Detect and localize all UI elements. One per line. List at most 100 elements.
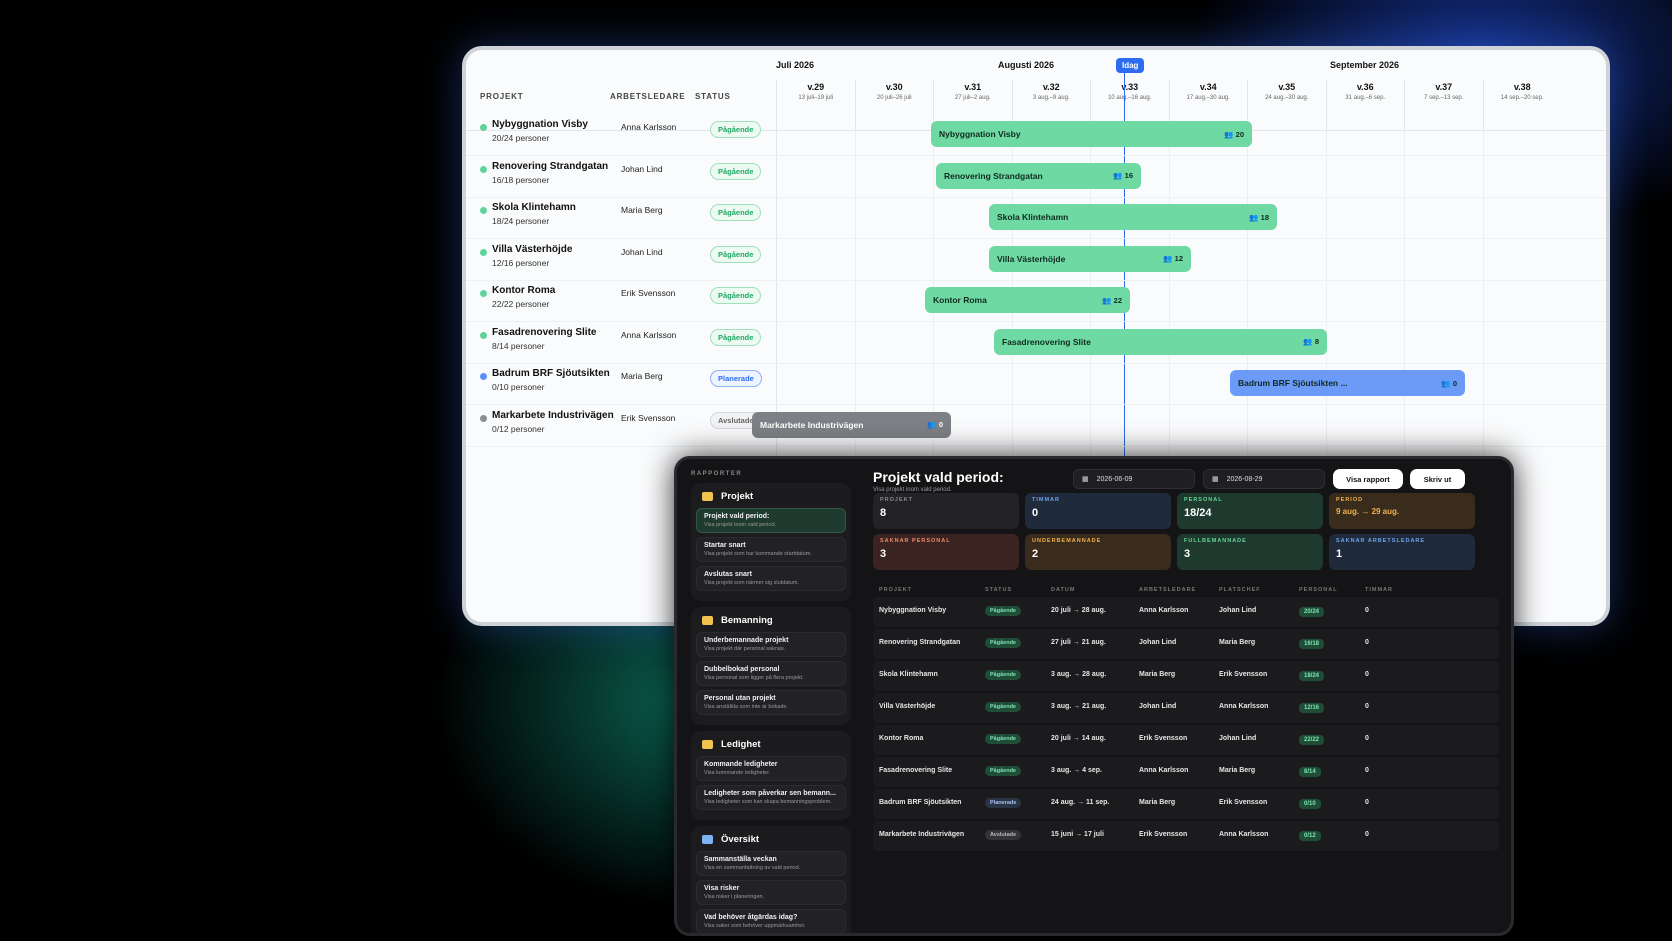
date-to-field[interactable]: ▦ 2026-08-29 bbox=[1203, 469, 1325, 489]
report-item[interactable]: Projekt vald period: Visa projekt inom va… bbox=[696, 508, 846, 533]
project-staff: 22/22 personer bbox=[492, 299, 550, 309]
project-row[interactable]: Fasadrenovering Slite 8/14 personer Anna K… bbox=[466, 320, 1606, 364]
gantt-bar[interactable]: Kontor Roma 👥 22 bbox=[925, 287, 1130, 313]
table-cell: 3 aug. → 4 sep. bbox=[1051, 767, 1102, 774]
table-row[interactable]: Kontor Roma Pågående 20 juli → 14 aug. Erik… bbox=[873, 725, 1499, 755]
project-leader: Erik Svensson bbox=[621, 288, 676, 298]
project-name[interactable]: Villa Västerhöjde bbox=[492, 244, 572, 255]
project-row[interactable]: Kontor Roma 22/22 personer Erik Svensson På… bbox=[466, 278, 1606, 322]
table-row[interactable]: Fasadrenovering Slite Pågående 3 aug. → 4 … bbox=[873, 757, 1499, 787]
report-item[interactable]: Kommande ledigheter Visa kommande ledighe… bbox=[696, 756, 846, 781]
chart-icon bbox=[702, 835, 713, 844]
table-column-header: PERSONAL bbox=[1299, 587, 1338, 593]
gantt-bar[interactable]: Badrum BRF Sjöutsikten ... 👥 0 bbox=[1230, 370, 1465, 396]
report-item-title: Visa risker bbox=[704, 885, 740, 892]
project-row[interactable]: Skola Klintehamn 18/24 personer Maria Berg… bbox=[466, 195, 1606, 239]
project-row[interactable]: Nybyggnation Visby 20/24 personer Anna Kar… bbox=[466, 112, 1606, 156]
table-column-header: TIMMAR bbox=[1365, 587, 1393, 593]
report-item[interactable]: Avslutas snart Visa projekt som närmer si… bbox=[696, 566, 846, 591]
status-badge: Pågående bbox=[710, 162, 762, 180]
project-row[interactable]: Villa Västerhöjde 12/16 personer Johan Lin… bbox=[466, 237, 1606, 281]
report-section: Översikt Sammanställa veckan Visa en samma… bbox=[691, 826, 851, 933]
project-row[interactable]: Badrum BRF Sjöutsikten 0/10 personer Maria… bbox=[466, 361, 1606, 405]
table-row[interactable]: Villa Västerhöjde Pågående 3 aug. → 21 aug… bbox=[873, 693, 1499, 723]
table-cell: 0 bbox=[1365, 735, 1369, 742]
section-title[interactable]: Projekt bbox=[696, 489, 846, 508]
gantt-bar[interactable]: Villa Västerhöjde 👥 12 bbox=[989, 245, 1191, 272]
table-row[interactable]: Renovering Strandgatan Pågående 27 juli → … bbox=[873, 629, 1499, 659]
stat-label: TIMMAR bbox=[1032, 497, 1060, 503]
table-column-header: DATUM bbox=[1051, 587, 1076, 593]
gantt-bar-label: Badrum BRF Sjöutsikten ... bbox=[1238, 378, 1348, 388]
table-cell: Maria Berg bbox=[1219, 767, 1256, 774]
show-report-button[interactable]: Visa rapport bbox=[1333, 469, 1403, 489]
project-row[interactable]: Renovering Strandgatan 16/18 personer Joha… bbox=[466, 154, 1606, 198]
project-name[interactable]: Renovering Strandgatan bbox=[492, 161, 608, 172]
gantt-bar-count-value: 16 bbox=[1124, 171, 1133, 180]
project-name[interactable]: Markarbete Industrivägen bbox=[492, 410, 614, 421]
report-item[interactable]: Startar snart Visa projekt som har komman… bbox=[696, 537, 846, 562]
personnel-pill: 8/14 bbox=[1299, 767, 1321, 777]
stat-card: PERSONAL 18/24 bbox=[1177, 493, 1323, 529]
report-item[interactable]: Visa risker Visa risker i planeringen. bbox=[696, 880, 846, 905]
gantt-bar[interactable]: Skola Klintehamn 👥 18 bbox=[989, 204, 1277, 230]
table-cell: Markarbete Industrivägen bbox=[879, 831, 965, 838]
print-button[interactable]: Skriv ut bbox=[1410, 469, 1465, 489]
table-column-header: STATUS bbox=[985, 587, 1013, 593]
week-number: v.32 bbox=[1042, 82, 1060, 92]
project-leader: Erik Svensson bbox=[621, 412, 676, 423]
stat-value: 3 bbox=[880, 548, 887, 560]
status-pill: Pågående bbox=[985, 670, 1021, 680]
gantt-bar[interactable]: Renovering Strandgatan 👥 16 bbox=[936, 162, 1141, 189]
project-name[interactable]: Kontor Roma bbox=[492, 285, 555, 296]
report-item-desc: Visa kommande ledigheter. bbox=[704, 770, 771, 776]
section-title[interactable]: Ledighet bbox=[696, 737, 846, 756]
gantt-bar[interactable]: Fasadrenovering Slite 👥 8 bbox=[994, 328, 1327, 355]
table-cell: Johan Lind bbox=[1219, 735, 1257, 742]
project-name[interactable]: Nybyggnation Visby bbox=[492, 119, 588, 130]
project-name[interactable]: Skola Klintehamn bbox=[492, 202, 576, 213]
date-from-field[interactable]: ▦ 2026-06-09 bbox=[1073, 469, 1195, 489]
report-item[interactable]: Ledigheter som påverkar sen bemann... Vis… bbox=[696, 785, 846, 810]
week-dates: 24 aug.–30 aug. bbox=[1265, 95, 1309, 101]
report-window: RAPPORTER Projekt Projekt vald period: Vis… bbox=[674, 456, 1514, 936]
report-item-desc: Visa projekt inom vald period. bbox=[704, 522, 777, 528]
today-button[interactable]: Idag bbox=[1116, 58, 1145, 73]
table-cell: 27 juli → 21 aug. bbox=[1051, 639, 1106, 646]
report-item[interactable]: Underbemannade projekt Visa projekt där p… bbox=[696, 632, 846, 657]
section-title-text: Översikt bbox=[721, 834, 760, 845]
report-item[interactable]: Dubbelbokad personal Visa personal som li… bbox=[696, 661, 846, 686]
table-row[interactable]: Badrum BRF Sjöutsikten Planerade 24 aug. →… bbox=[873, 789, 1499, 819]
project-name[interactable]: Fasadrenovering Slite bbox=[492, 327, 596, 338]
week-dates: 20 juli–26 juli bbox=[876, 95, 912, 101]
project-row[interactable]: Markarbete Industrivägen 0/12 personer Eri… bbox=[466, 403, 1606, 447]
report-item-title: Startar snart bbox=[704, 542, 746, 549]
table-row[interactable]: Skola Klintehamn Pågående 3 aug. → 28 aug.… bbox=[873, 661, 1499, 691]
table-row[interactable]: Markarbete Industrivägen Avslutade 15 juni… bbox=[873, 821, 1499, 851]
table-cell: Skola Klintehamn bbox=[879, 671, 938, 678]
report-item-desc: Visa projekt som närmer sig slutdatum. bbox=[704, 580, 799, 586]
status-dot bbox=[480, 165, 487, 173]
report-item[interactable]: Sammanställa veckan Visa en sammanfattnin… bbox=[696, 851, 846, 876]
section-title[interactable]: Översikt bbox=[696, 832, 846, 851]
section-title[interactable]: Bemanning bbox=[696, 613, 846, 632]
gantt-bar-count: 👥 12 bbox=[1163, 254, 1183, 263]
gantt-bar[interactable]: Markarbete Industrivägen 👥 0 bbox=[752, 411, 951, 438]
table-cell: 0 bbox=[1365, 639, 1369, 646]
project-name[interactable]: Badrum BRF Sjöutsikten bbox=[492, 368, 610, 379]
table-cell: 0 bbox=[1365, 831, 1369, 838]
report-item-desc: Visa en sammanfattning av vald period. bbox=[704, 865, 801, 871]
report-item-title: Dubbelbokad personal bbox=[704, 666, 780, 673]
table-cell: 3 aug. → 21 aug. bbox=[1051, 703, 1107, 710]
gantt-bar-label: Nybyggnation Visby bbox=[939, 129, 1021, 139]
status-badge: Pågående bbox=[710, 287, 762, 304]
report-item[interactable]: Personal utan projekt Visa anställda som … bbox=[696, 690, 846, 715]
gantt-bar[interactable]: Nybyggnation Visby 👥 20 bbox=[931, 121, 1252, 147]
report-item[interactable]: Vad behöver åtgärdas idag? Visa saker som… bbox=[696, 909, 846, 933]
status-badge: Pågående bbox=[710, 328, 762, 346]
table-cell: 0 bbox=[1365, 607, 1369, 614]
report-item-desc: Visa projekt där personal saknas. bbox=[704, 646, 786, 652]
people-icon: 👥 bbox=[1249, 212, 1261, 222]
table-cell: Erik Svensson bbox=[1139, 831, 1188, 838]
table-row[interactable]: Nybyggnation Visby Pågående 20 juli → 28 a… bbox=[873, 597, 1499, 627]
